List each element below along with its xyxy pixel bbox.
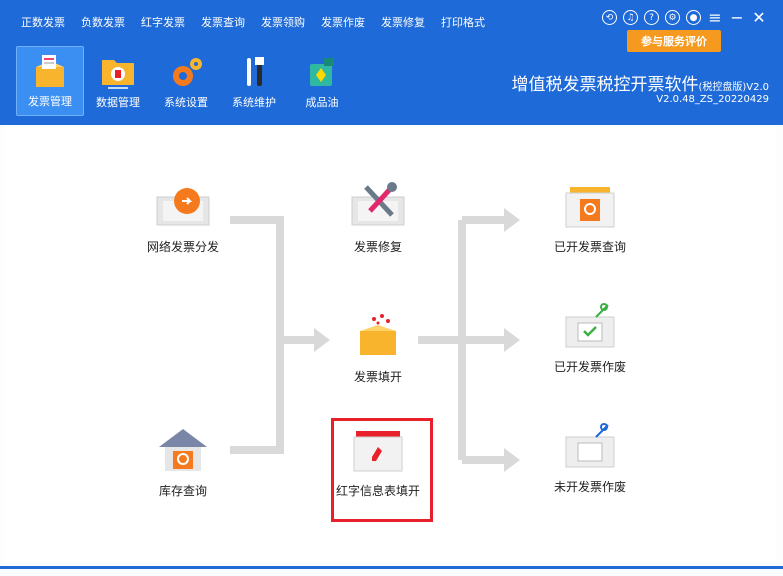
menu-invoice-void[interactable]: 发票作废 bbox=[321, 14, 365, 30]
node-issued-query[interactable]: 已开发票查询 bbox=[535, 181, 645, 255]
scissors-blank-icon bbox=[565, 423, 615, 468]
selection-highlight bbox=[331, 418, 433, 522]
tool-label: 发票管理 bbox=[28, 95, 72, 108]
top-menu: 正数发票 负数发票 红字发票 发票查询 发票领购 发票作废 发票修复 打印格式 bbox=[21, 14, 501, 30]
node-label: 发票填开 bbox=[353, 370, 402, 384]
warehouse-search-icon bbox=[159, 429, 207, 471]
tool-label: 系统维护 bbox=[232, 96, 276, 109]
node-invoice-repair[interactable]: 发票修复 bbox=[323, 181, 433, 255]
app-title: 增值税发票税控开票软件(税控盘版)V2.0 bbox=[511, 70, 769, 95]
app-title-suffix: (税控盘版)V2.0 bbox=[698, 82, 769, 93]
node-unissued-void[interactable]: 未开发票作废 bbox=[535, 421, 645, 495]
tool-data-management[interactable]: 数据管理 bbox=[84, 46, 152, 116]
headset-icon[interactable]: ♫ bbox=[623, 10, 638, 25]
node-inventory-query[interactable]: 库存查询 bbox=[128, 425, 238, 499]
node-network-distribute[interactable]: 网络发票分发 bbox=[128, 181, 238, 255]
bottom-border bbox=[0, 566, 783, 569]
help-icon[interactable]: ? bbox=[644, 10, 659, 25]
tool-label: 系统设置 bbox=[164, 96, 208, 109]
menu-icon[interactable]: ≡ bbox=[707, 8, 723, 27]
node-label: 未开发票作废 bbox=[553, 480, 626, 494]
workflow-panel: 网络发票分发 发票修复 发票填开 库存查询 红字信息表填开 已开发票查询 已开发… bbox=[4, 125, 776, 565]
node-label: 已开发票查询 bbox=[553, 240, 626, 254]
menu-positive-invoice[interactable]: 正数发票 bbox=[21, 14, 65, 30]
node-label: 发票修复 bbox=[353, 240, 402, 254]
menu-invoice-purchase[interactable]: 发票领购 bbox=[261, 14, 305, 30]
repair-tools-icon bbox=[351, 182, 405, 226]
issued-query-icon bbox=[565, 187, 615, 228]
minimize-icon[interactable]: − bbox=[729, 8, 745, 27]
refined-oil-icon bbox=[310, 58, 334, 86]
invoice-management-icon bbox=[36, 55, 64, 87]
user-icon[interactable]: ● bbox=[686, 10, 701, 25]
invoice-box-icon bbox=[360, 314, 396, 355]
menu-invoice-query[interactable]: 发票查询 bbox=[201, 14, 245, 30]
menu-negative-invoice[interactable]: 负数发票 bbox=[81, 14, 125, 30]
node-label: 网络发票分发 bbox=[146, 240, 219, 254]
app-header: 正数发票 负数发票 红字发票 发票查询 发票领购 发票作废 发票修复 打印格式 … bbox=[0, 0, 783, 125]
refresh-icon[interactable]: ⟲ bbox=[602, 10, 617, 25]
tool-refined-oil[interactable]: 成品油 bbox=[288, 46, 356, 116]
node-issued-void[interactable]: 已开发票作废 bbox=[535, 301, 645, 375]
tool-system-settings[interactable]: 系统设置 bbox=[152, 46, 220, 116]
menu-print-format[interactable]: 打印格式 bbox=[441, 14, 485, 30]
service-review-button[interactable]: 参与服务评价 bbox=[627, 30, 721, 52]
main-toolbar: 发票管理 数据管理 系统设置 系统维护 成品油 bbox=[16, 46, 356, 116]
system-maintenance-icon bbox=[247, 57, 264, 86]
network-distribute-icon bbox=[156, 188, 210, 226]
tool-system-maintenance[interactable]: 系统维护 bbox=[220, 46, 288, 116]
tool-label: 数据管理 bbox=[96, 96, 140, 109]
settings-icon[interactable]: ⚙ bbox=[665, 10, 680, 25]
close-icon[interactable]: ✕ bbox=[751, 8, 767, 27]
app-title-text: 增值税发票税控开票软件 bbox=[511, 75, 699, 95]
data-management-icon bbox=[102, 60, 134, 89]
tool-label: 成品油 bbox=[305, 96, 339, 109]
menu-invoice-repair[interactable]: 发票修复 bbox=[381, 14, 425, 30]
tool-invoice-management[interactable]: 发票管理 bbox=[16, 46, 84, 116]
node-invoice-issue[interactable]: 发票填开 bbox=[323, 311, 433, 385]
system-settings-icon bbox=[173, 58, 202, 86]
scissors-check-icon bbox=[565, 303, 615, 348]
window-controls: ⟲ ♫ ? ⚙ ● ≡ − ✕ bbox=[602, 8, 767, 27]
node-label: 已开发票作废 bbox=[553, 360, 626, 374]
node-label: 库存查询 bbox=[158, 484, 207, 498]
app-version: V2.0.48_ZS_20220429 bbox=[656, 94, 769, 105]
menu-red-invoice[interactable]: 红字发票 bbox=[141, 14, 185, 30]
